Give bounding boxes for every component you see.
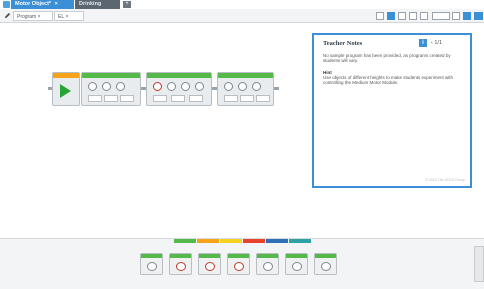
notes-intro: No sample program has been provided, as … (323, 53, 451, 63)
palette-tab-action[interactable] (174, 239, 196, 243)
palette-block-sound[interactable] (285, 253, 308, 275)
notes-icon[interactable] (463, 12, 471, 20)
timer-icon (238, 82, 247, 91)
info-icon[interactable] (474, 12, 483, 20)
table-icon[interactable] (398, 12, 406, 20)
medium-motor-block[interactable] (217, 72, 274, 106)
block-band (170, 254, 191, 258)
teacher-notes-title: Teacher Notes (323, 40, 363, 47)
steering-icon (205, 262, 215, 271)
motor-icon (224, 82, 233, 91)
block-band (82, 73, 140, 78)
hint-text: Use objects of different heights to make… (323, 75, 453, 85)
palette-block-brick-light[interactable] (314, 253, 337, 275)
motor-icon (147, 262, 157, 271)
page-indicator: 1/1 (434, 40, 443, 46)
palette-block-display[interactable] (256, 253, 279, 275)
zoom-icon[interactable] (452, 12, 460, 20)
layout-icon[interactable] (376, 12, 384, 20)
power-field[interactable] (171, 95, 185, 102)
palette-tab-sensor[interactable] (220, 239, 242, 243)
palette-tab-flow[interactable] (197, 239, 219, 243)
block-band (315, 254, 336, 258)
timer-icon (102, 82, 111, 91)
start-block[interactable] (52, 72, 80, 106)
notes-body: No sample program has been provided, as … (323, 53, 463, 85)
close-icon[interactable]: × (55, 1, 58, 7)
add-project-button[interactable]: + (123, 1, 131, 8)
hardware-page-handle[interactable] (474, 246, 484, 282)
tab-label: EL (58, 14, 64, 20)
timer-icon (167, 82, 176, 91)
title-bar: Motor Object* × Drinking Game + (0, 0, 484, 16)
motor-icon (153, 82, 162, 91)
block-band (199, 254, 220, 258)
palette-tab-data[interactable] (243, 239, 265, 243)
light-icon (321, 262, 331, 271)
content-icon[interactable] (387, 12, 395, 20)
port-field[interactable] (224, 95, 238, 102)
teacher-notes-panel: Teacher Notes i ‹ 1/1 No sample program … (312, 33, 472, 188)
power-icon (252, 82, 261, 91)
tank-icon (234, 262, 244, 271)
block-band (286, 254, 307, 258)
start-band (53, 73, 79, 78)
project-tab-other[interactable]: Drinking Game (75, 0, 120, 16)
close-icon[interactable]: × (38, 14, 41, 20)
block-palette (0, 238, 484, 289)
app-icon[interactable] (3, 1, 10, 8)
grid-icon[interactable] (420, 12, 428, 20)
palette-block-move-tank[interactable] (227, 253, 250, 275)
block-band (218, 73, 273, 78)
power-field[interactable] (104, 95, 118, 102)
palette-block-move-steering[interactable] (198, 253, 221, 275)
program-tab-strip: Program × EL × (0, 9, 484, 23)
play-icon[interactable] (60, 84, 71, 98)
block-band (228, 254, 249, 258)
save-icon[interactable] (409, 12, 417, 20)
project-tab-active[interactable]: Motor Object* × (11, 0, 74, 9)
block-band (257, 254, 278, 258)
prev-page-icon[interactable]: ‹ (431, 40, 433, 46)
palette-tab-myblocks[interactable] (289, 239, 311, 243)
tab-el[interactable]: EL × (54, 11, 84, 21)
port-field[interactable] (88, 95, 102, 102)
motor-icon (88, 82, 97, 91)
palette-tab-advanced[interactable] (266, 239, 288, 243)
duration-field[interactable] (120, 95, 134, 102)
port-field[interactable] (153, 95, 167, 102)
tab-label: Program (17, 14, 37, 20)
info-icon[interactable]: i (419, 39, 427, 47)
power-field[interactable] (240, 95, 254, 102)
brake-icon (195, 82, 204, 91)
display-icon (263, 262, 273, 271)
medium-motor-block[interactable] (146, 72, 212, 106)
block-band (147, 73, 211, 78)
tab-program[interactable]: Program × (13, 11, 53, 21)
pencil-icon[interactable] (4, 12, 11, 19)
motor-icon (176, 262, 186, 271)
project-tab-label: Motor Object* (15, 1, 52, 7)
block-band (141, 254, 162, 258)
medium-motor-block[interactable] (81, 72, 141, 106)
close-icon[interactable]: × (65, 14, 68, 20)
copyright: © 2013 The LEGO Group (425, 178, 465, 182)
notes-pager[interactable]: ‹ 1/1 (431, 40, 442, 46)
duration-field[interactable] (189, 95, 203, 102)
power-icon (116, 82, 125, 91)
duration-field[interactable] (256, 95, 270, 102)
palette-block-large-motor[interactable] (169, 253, 192, 275)
sound-icon (292, 262, 302, 271)
palette-block-medium-motor[interactable] (140, 253, 163, 275)
undo-icon[interactable] (432, 12, 450, 20)
power-icon (181, 82, 190, 91)
